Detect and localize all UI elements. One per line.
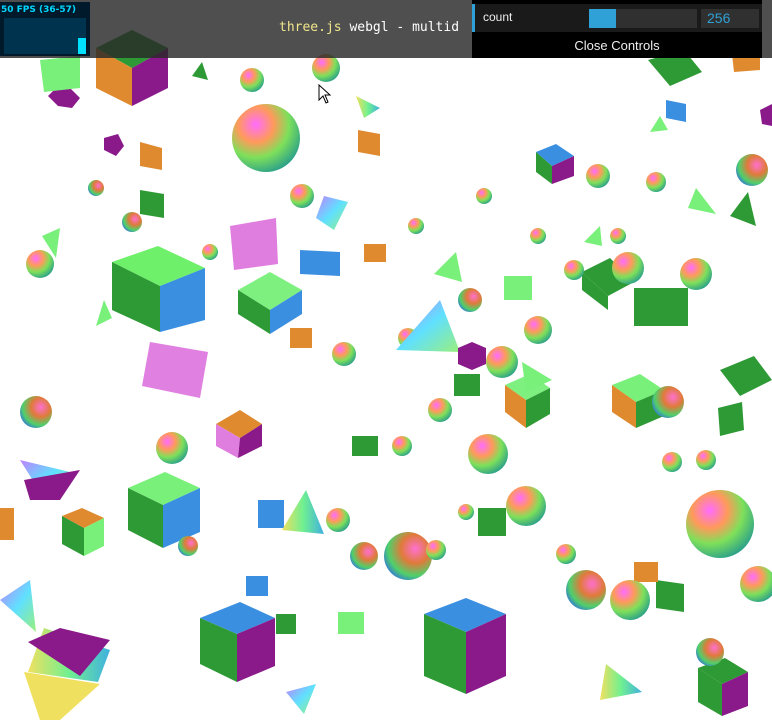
cube-shape <box>504 276 532 300</box>
cube-shape <box>40 56 80 92</box>
page-title-text: webgl - multid <box>341 20 460 35</box>
sphere-shape <box>686 490 754 558</box>
count-control-row: count 256 <box>472 4 762 32</box>
cube-shape <box>718 402 744 436</box>
sphere-shape <box>290 184 314 208</box>
fps-counter: 50 FPS (36-57) <box>1 5 77 15</box>
sphere-shape <box>680 258 712 290</box>
sphere-shape <box>476 188 492 204</box>
sphere-shape <box>428 398 452 422</box>
sphere-shape <box>556 544 576 564</box>
cube-shape <box>338 612 364 634</box>
sphere-shape <box>240 68 264 92</box>
cube-shape <box>454 374 480 396</box>
sphere-shape <box>506 486 546 526</box>
cube-shape <box>300 250 340 276</box>
cube-shape <box>656 580 684 612</box>
cube-shape <box>258 500 284 528</box>
fps-graph <box>4 18 86 54</box>
sphere-shape <box>26 250 54 278</box>
sphere-shape <box>524 316 552 344</box>
fps-stats-panel[interactable]: 50 FPS (36-57) <box>0 2 90 56</box>
sphere-shape <box>88 180 104 196</box>
sphere-shape <box>610 228 626 244</box>
count-label: count <box>483 10 513 24</box>
webgl-canvas[interactable] <box>0 0 772 720</box>
three-js-link[interactable]: three.js <box>279 20 342 35</box>
sphere-shape <box>312 54 340 82</box>
sphere-shape <box>530 228 546 244</box>
cube-shape <box>364 244 386 262</box>
dat-gui-panel: count 256 Close Controls <box>472 0 762 58</box>
cube-shape <box>424 598 506 694</box>
cube-shape <box>634 288 688 326</box>
sphere-shape <box>696 638 724 666</box>
sphere-shape <box>468 434 508 474</box>
sphere-shape <box>20 396 52 428</box>
cube-shape <box>634 562 658 582</box>
cube-shape <box>358 130 380 156</box>
sphere-shape <box>486 346 518 378</box>
sphere-shape <box>156 432 188 464</box>
sphere-shape <box>736 154 768 186</box>
sphere-shape <box>122 212 142 232</box>
sphere-shape <box>202 244 218 260</box>
sphere-shape <box>384 532 432 580</box>
cube-shape <box>0 508 14 540</box>
sphere-shape <box>326 508 350 532</box>
cube-shape <box>246 576 268 596</box>
sphere-shape <box>652 386 684 418</box>
sphere-shape <box>350 542 378 570</box>
sphere-shape <box>332 342 356 366</box>
cube-shape <box>352 436 378 456</box>
sphere-shape <box>612 252 644 284</box>
cube-shape <box>290 328 312 348</box>
sphere-shape <box>178 536 198 556</box>
sphere-shape <box>408 218 424 234</box>
octahedron-shape <box>458 342 486 370</box>
cube-shape <box>478 508 506 536</box>
cube-shape <box>140 190 164 218</box>
count-slider[interactable] <box>589 9 697 28</box>
arrow-cursor-icon <box>318 84 332 104</box>
sphere-shape <box>586 164 610 188</box>
cube-shape <box>230 218 278 270</box>
sphere-shape <box>426 540 446 560</box>
cube-shape <box>276 614 296 634</box>
sphere-shape <box>566 570 606 610</box>
count-slider-fill <box>589 9 616 28</box>
close-controls-button[interactable]: Close Controls <box>472 36 762 56</box>
sphere-shape <box>232 104 300 172</box>
page-title: three.js webgl - multid <box>279 20 459 35</box>
fps-graph-bar <box>78 37 86 54</box>
sphere-shape <box>564 260 584 280</box>
sphere-shape <box>610 580 650 620</box>
sphere-shape <box>696 450 716 470</box>
sphere-shape <box>458 504 474 520</box>
sphere-shape <box>662 452 682 472</box>
sphere-shape <box>458 288 482 312</box>
sphere-shape <box>392 436 412 456</box>
sphere-shape <box>646 172 666 192</box>
count-input[interactable]: 256 <box>701 9 759 28</box>
